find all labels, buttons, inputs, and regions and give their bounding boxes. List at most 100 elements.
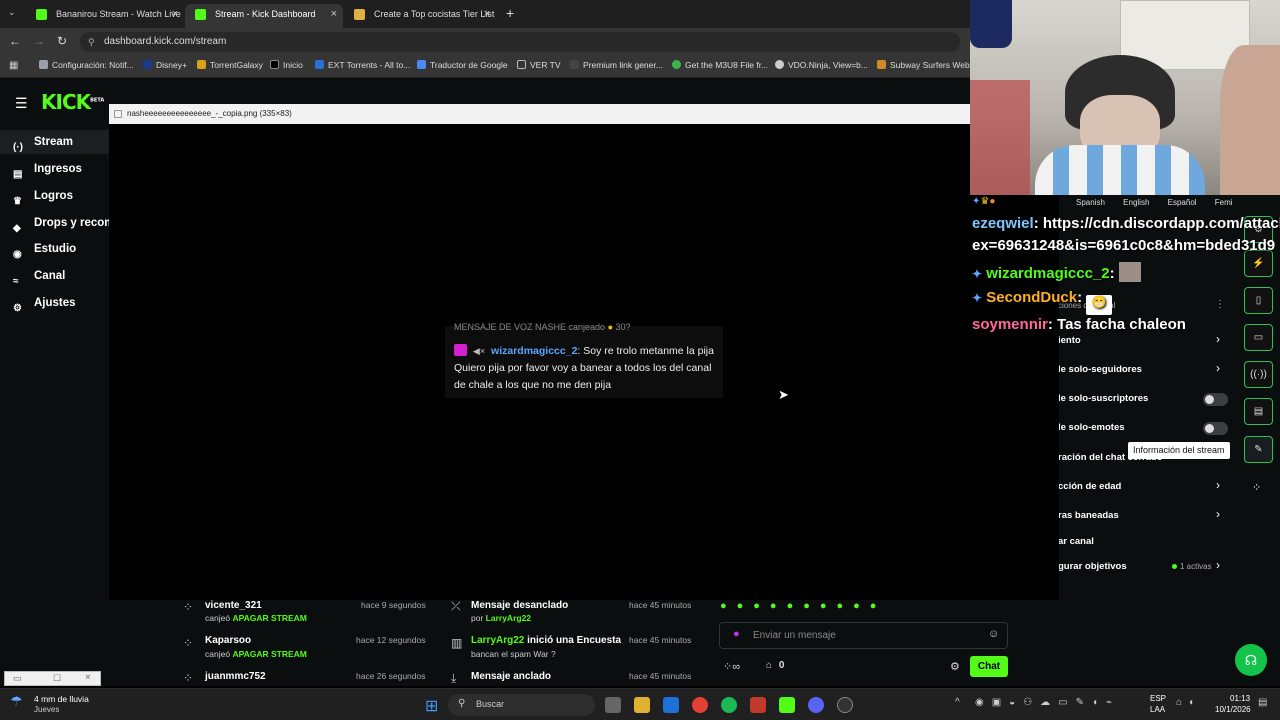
setting-channel[interactable]: ar canal xyxy=(1058,536,1094,547)
activity-user[interactable]: Kaparsoo xyxy=(205,635,251,646)
obs-icon[interactable] xyxy=(837,697,853,713)
gear-icon[interactable]: ⚙ xyxy=(950,660,960,673)
spotify-icon[interactable] xyxy=(721,697,737,713)
disney-icon xyxy=(143,60,152,69)
chat-bubble-button[interactable]: ▭ xyxy=(1244,324,1273,351)
minimized-window-bar[interactable]: ▭ ☐ × xyxy=(4,671,101,686)
bookmark-item[interactable]: Configuración: Notif... xyxy=(39,60,134,70)
chrome-icon[interactable] xyxy=(692,697,708,713)
lightning-button[interactable]: ⚡ xyxy=(1244,250,1273,277)
setting-age-restriction[interactable]: cción de edad xyxy=(1058,481,1121,492)
help-chat-button[interactable]: ☊ xyxy=(1235,644,1267,676)
microphone-icon[interactable]: ● xyxy=(733,628,740,640)
tab-bananirou[interactable]: Bananirou Stream - Watch Live × xyxy=(26,4,184,28)
restore-icon[interactable]: ▭ xyxy=(13,673,22,684)
notifications-icon[interactable]: ▤ xyxy=(1258,697,1267,708)
chevron-right-icon[interactable]: › xyxy=(1216,478,1220,492)
pin-icon: ⤓ xyxy=(451,671,457,685)
taskbar-search[interactable]: ⚲ Buscar xyxy=(448,694,595,716)
task-view-icon[interactable] xyxy=(605,697,621,713)
chevron-right-icon[interactable]: › xyxy=(1216,361,1220,375)
close-tab-icon[interactable]: × xyxy=(331,4,337,24)
bookmark-item[interactable]: Inicio xyxy=(270,60,303,70)
emote-image xyxy=(1118,262,1141,282)
broadcast-button[interactable]: ((·)) xyxy=(1244,361,1273,388)
bookmark-item[interactable]: EXT Torrents - All to... xyxy=(315,60,410,70)
points-display[interactable]: ⌂ 0 xyxy=(766,660,784,671)
language-layout[interactable]: LAA xyxy=(1150,705,1165,714)
revenue-icon: ▤ xyxy=(13,169,23,180)
kick-app-icon[interactable] xyxy=(779,697,795,713)
setting-row[interactable]: iento xyxy=(1058,335,1081,346)
weather-text[interactable]: 4 mm de lluvia xyxy=(34,694,89,704)
subscribers-only-toggle[interactable] xyxy=(1203,393,1228,406)
tab-tier-list[interactable]: Create a Top cocistas Tier List - × xyxy=(344,4,496,28)
stream-icon: (·) xyxy=(13,142,23,153)
site-info-icon[interactable]: ⚲ xyxy=(88,32,95,52)
activity-user[interactable]: vicente_321 xyxy=(205,600,262,611)
file-explorer-icon[interactable] xyxy=(634,697,650,713)
sidebar-item-ingresos[interactable]: ▤ Ingresos xyxy=(0,157,110,181)
chevron-right-icon[interactable]: › xyxy=(1216,507,1220,521)
chat-input[interactable]: ● Enviar un mensaje ☺ xyxy=(719,622,1008,649)
weather-icon[interactable]: ☂ xyxy=(10,693,23,710)
new-tab-button[interactable]: + xyxy=(506,5,514,21)
setting-followers-only[interactable]: le solo-seguidores xyxy=(1058,364,1142,375)
emoji-picker-icon[interactable]: ☺ xyxy=(988,628,999,640)
windows-start-icon[interactable]: ⊞ xyxy=(425,696,438,716)
apps-grid-icon[interactable]: ▦ xyxy=(9,60,18,71)
tab-list-chevron-icon[interactable]: ⌄ xyxy=(8,7,16,18)
tray-icons[interactable]: ◉▣◒⚇☁▭✎◖⌁ xyxy=(975,697,1120,708)
layout-button[interactable]: ▤ xyxy=(1244,398,1273,425)
tab-kick-dashboard[interactable]: Stream - Kick Dashboard × xyxy=(185,4,343,28)
chevron-right-icon[interactable]: › xyxy=(1216,558,1220,572)
emote-bar[interactable]: ●●●●●●●●●● xyxy=(720,600,1010,616)
app-icon[interactable] xyxy=(750,697,766,713)
close-tab-icon[interactable]: × xyxy=(172,4,178,24)
chevron-right-icon[interactable]: › xyxy=(1216,332,1220,346)
users-infinity-icon[interactable]: ⁘∞ xyxy=(723,660,740,673)
close-tab-icon[interactable]: × xyxy=(484,4,490,24)
bookmark-item[interactable]: Disney+ xyxy=(143,60,187,70)
bookmark-item[interactable]: VER TV xyxy=(517,60,561,70)
network-volume-icons[interactable]: ⌂◖ xyxy=(1176,697,1200,708)
more-actions-icon[interactable]: ⁘ xyxy=(1252,481,1261,494)
bookmark-item[interactable]: VDO.Ninja, View=b... xyxy=(775,60,868,70)
ms-store-icon[interactable] xyxy=(663,697,679,713)
sidebar-item-estudio[interactable]: ◉ Estudio xyxy=(0,237,110,261)
stream-info-button[interactable]: ✎ xyxy=(1244,436,1273,463)
sidebar-item-stream[interactable]: (·) Stream xyxy=(0,130,110,154)
sidebar-item-drops[interactable]: ◆ Drops y recom xyxy=(0,211,110,235)
bookmark-item[interactable]: Get the M3U8 File fr... xyxy=(672,60,768,70)
back-icon[interactable]: ← xyxy=(9,34,21,48)
clock-time[interactable]: 01:13 xyxy=(1230,694,1250,703)
close-icon[interactable]: × xyxy=(85,672,91,683)
clock-date[interactable]: 10/1/2026 xyxy=(1215,705,1251,714)
setting-goals[interactable]: gurar objetivos xyxy=(1058,561,1127,572)
url-field[interactable]: ⚲ dashboard.kick.com/stream xyxy=(80,32,960,52)
hamburger-menu-icon[interactable]: ☰ xyxy=(15,95,28,112)
chat-send-button[interactable]: Chat xyxy=(970,656,1008,677)
bookmark-item[interactable]: Traductor de Google xyxy=(417,60,508,70)
activity-user[interactable]: juanmmc752 xyxy=(205,671,266,682)
forward-icon[interactable]: → xyxy=(33,34,45,48)
argentina-shirt xyxy=(1035,145,1205,195)
bookmark-item[interactable]: TorrentGalaxy xyxy=(197,60,263,70)
tray-chevron-icon[interactable]: ^ xyxy=(955,697,960,708)
bookmark-item[interactable]: Subway Surfers Web xyxy=(877,60,970,70)
setting-banned-words[interactable]: ras baneadas xyxy=(1058,510,1119,521)
sidebar-item-ajustes[interactable]: ⚙ Ajustes xyxy=(0,291,110,315)
discord-icon[interactable] xyxy=(808,697,824,713)
bookmark-item[interactable]: Premium link gener... xyxy=(570,60,663,70)
bookmarks-bar: ▦ Configuración: Notif... Disney+ Torren… xyxy=(0,56,970,78)
reload-icon[interactable]: ↻ xyxy=(57,34,67,48)
kick-logo[interactable]: KICKBETA xyxy=(41,90,104,114)
more-options-icon[interactable]: ⋮ xyxy=(1215,299,1225,310)
sidebar-item-canal[interactable]: ≈ Canal xyxy=(0,264,110,288)
emotes-only-toggle[interactable] xyxy=(1203,422,1228,435)
maximize-icon[interactable]: ☐ xyxy=(53,673,61,684)
document-button[interactable]: ▯ xyxy=(1244,287,1273,314)
language-indicator[interactable]: ESP xyxy=(1150,694,1166,703)
sword-badge-icon: ✦ xyxy=(972,267,983,281)
sidebar-item-logros[interactable]: ♛ Logros xyxy=(0,184,110,208)
